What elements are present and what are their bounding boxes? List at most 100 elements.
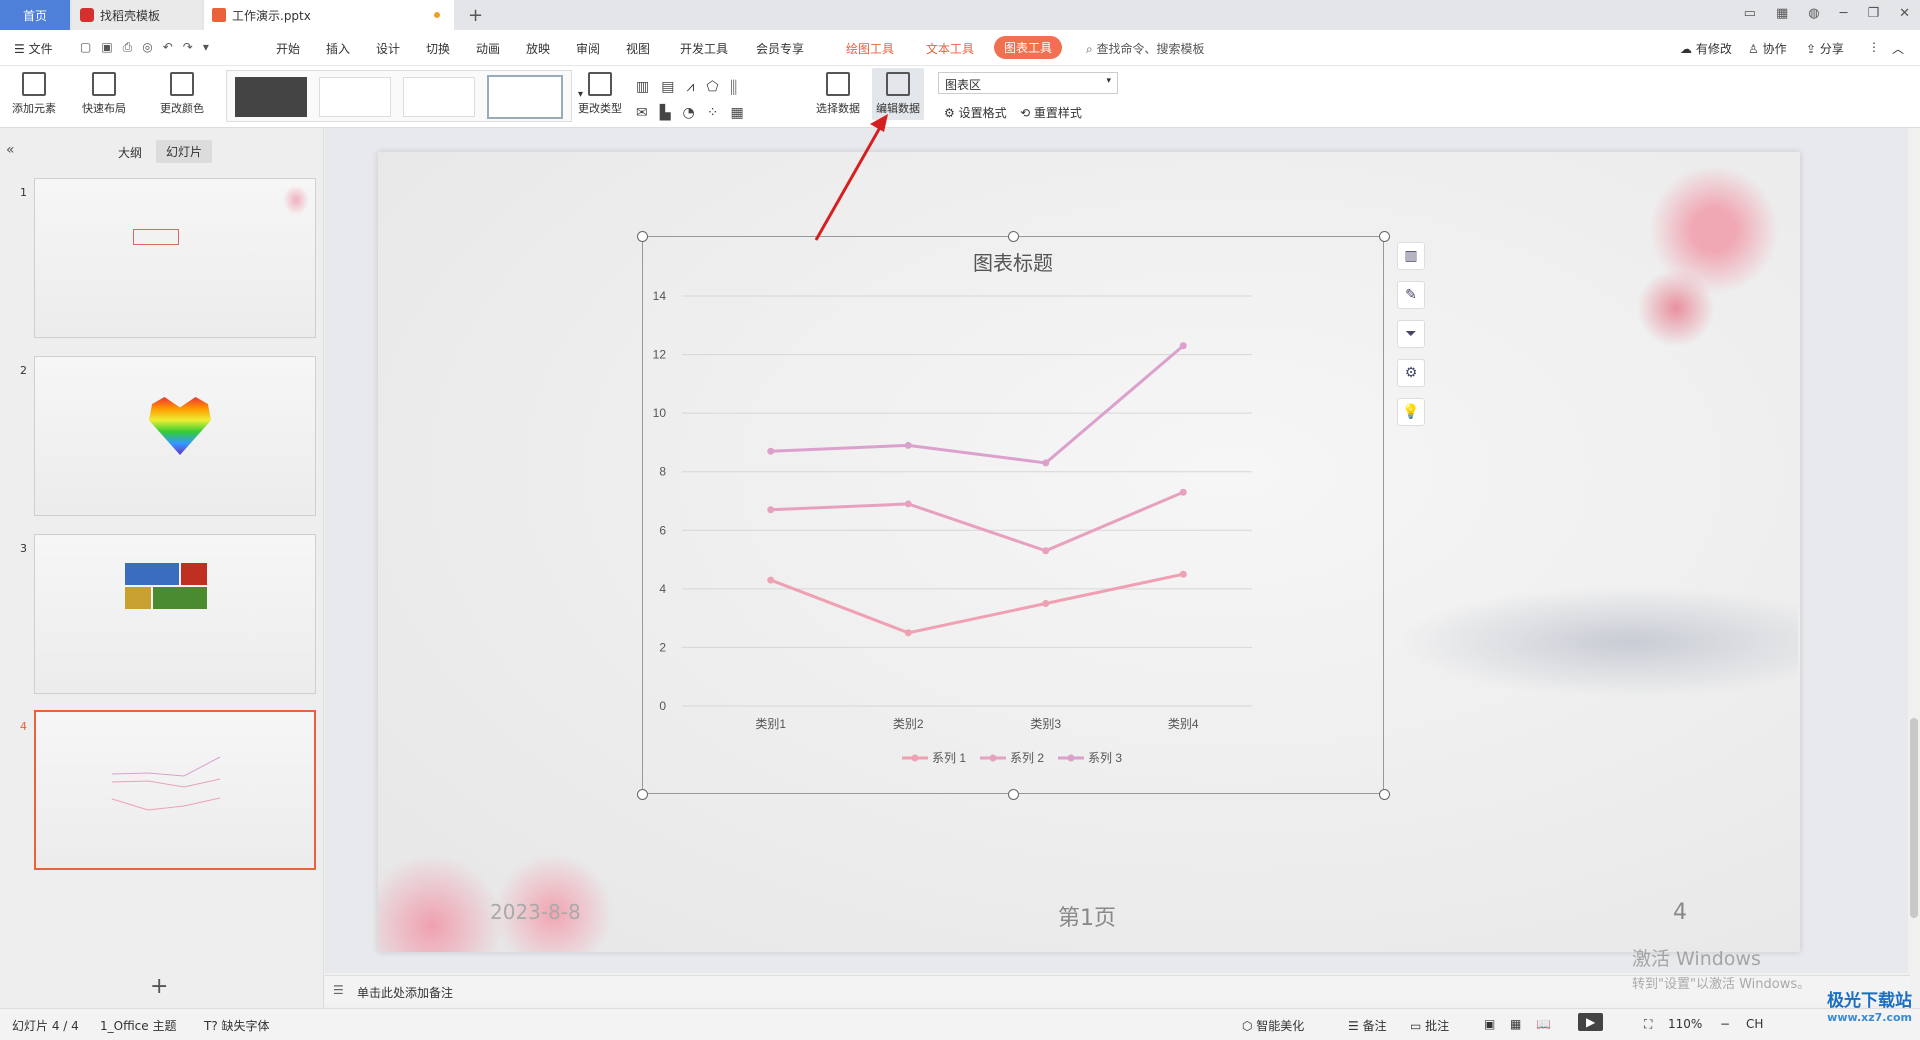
play-button[interactable]: ▶ bbox=[1578, 1013, 1604, 1031]
thumb-series-1 bbox=[111, 797, 221, 811]
collab-button[interactable]: ♙ 协作 bbox=[1748, 40, 1787, 57]
ctx-tab-chart[interactable]: 图表工具 bbox=[994, 36, 1063, 59]
chart-element-select[interactable]: 图表区 ▾ bbox=[938, 72, 1118, 94]
menu-1[interactable]: 插入 bbox=[326, 40, 350, 57]
collapse-ribbon-icon[interactable]: ︿ bbox=[1892, 40, 1904, 57]
menu-5[interactable]: 放映 bbox=[526, 40, 550, 57]
add-slide-button[interactable]: + bbox=[150, 974, 168, 999]
view-reading-icon[interactable]: 📖 bbox=[1536, 1017, 1551, 1031]
reset-style-button[interactable]: ⟲ 重置样式 bbox=[1020, 104, 1082, 121]
tab-document[interactable]: 工作演示.pptx bbox=[204, 0, 454, 30]
menu-0[interactable]: 开始 bbox=[276, 40, 300, 57]
minimize-icon[interactable]: ─ bbox=[1840, 6, 1848, 21]
beautify-button[interactable]: ⬡ 智能美化 bbox=[1242, 1017, 1304, 1034]
menu-9[interactable]: 会员专享 bbox=[756, 40, 804, 57]
slide-thumb-1[interactable] bbox=[34, 178, 316, 338]
docer-logo-icon bbox=[80, 8, 94, 22]
chart-style-gallery: ▾ bbox=[226, 70, 583, 122]
chart-style-2[interactable] bbox=[319, 77, 391, 117]
command-search[interactable]: ⌕ 查找命令、搜索模板 bbox=[1086, 40, 1205, 57]
file-menu[interactable]: ☰ 文件 bbox=[14, 40, 53, 57]
view-normal-icon[interactable]: ▣ bbox=[1484, 1017, 1495, 1031]
slide-number-1: 1 bbox=[20, 186, 27, 199]
new-tab-button[interactable]: + bbox=[460, 0, 491, 30]
slide-number-4: 4 bbox=[20, 720, 27, 733]
tab-outline[interactable]: 大纲 bbox=[118, 144, 142, 161]
notes-placeholder[interactable]: 单击此处添加备注 bbox=[357, 984, 453, 1001]
chart-style-3[interactable] bbox=[403, 77, 475, 117]
notes-toggle[interactable]: ☰ 备注 bbox=[1348, 1017, 1387, 1034]
set-format-button[interactable]: ⚙ 设置格式 bbox=[944, 104, 1007, 121]
chart-style-1[interactable] bbox=[235, 77, 307, 117]
unsaved-dot-icon bbox=[434, 12, 440, 18]
tab-home[interactable]: 首页 bbox=[0, 0, 70, 30]
change-type-button[interactable]: 更改类型 bbox=[578, 72, 622, 116]
data-point bbox=[1042, 600, 1050, 607]
chart-filter-icon[interactable]: ⏷ bbox=[1397, 320, 1425, 348]
chart-style-4[interactable] bbox=[487, 75, 563, 119]
grid-icon[interactable]: ▦ bbox=[1776, 6, 1788, 21]
missing-font-button[interactable]: T? 缺失字体 bbox=[204, 1017, 270, 1034]
chart-style-brush-icon[interactable]: ✎ bbox=[1397, 281, 1425, 309]
slide-thumb-4[interactable] bbox=[34, 710, 316, 870]
line-chart[interactable]: 图表标题 02468101214 类别1 类别2 类别3 类别4 系列 1 系列 2 系列… bbox=[642, 236, 1384, 794]
data-point bbox=[1042, 547, 1050, 555]
x-tick-label: 类别2 bbox=[893, 717, 924, 731]
slide-thumb-2[interactable] bbox=[34, 356, 316, 516]
chart-title[interactable]: 图表标题 bbox=[973, 252, 1053, 275]
close-icon[interactable]: ✕ bbox=[1899, 6, 1910, 21]
change-color-button[interactable]: 更改颜色 bbox=[160, 72, 204, 116]
slide-page-number: 4 bbox=[1673, 900, 1687, 925]
edit-data-button[interactable]: 编辑数据 bbox=[872, 68, 924, 120]
input-language[interactable]: CH bbox=[1746, 1017, 1763, 1031]
x-tick-label: 类别3 bbox=[1030, 717, 1061, 731]
comments-toggle[interactable]: ▭ 批注 bbox=[1410, 1017, 1449, 1034]
quick-layout-button[interactable]: 快速布局 bbox=[82, 72, 126, 116]
thumb-chart bbox=[111, 756, 221, 811]
view-grid-icon[interactable]: ▦ bbox=[1510, 1017, 1521, 1031]
scroll-thumb[interactable] bbox=[1910, 718, 1918, 918]
ctx-tab-drawing[interactable]: 绘图工具 bbox=[846, 40, 894, 57]
theme-name[interactable]: 1_Office 主题 bbox=[100, 1017, 176, 1034]
legend-label: 系列 3 bbox=[1088, 751, 1122, 765]
avatar[interactable]: ◍ bbox=[1808, 6, 1819, 21]
status-bar: 幻灯片 4 / 4 1_Office 主题 T? 缺失字体 ⬡ 智能美化 ☰ 备… bbox=[0, 1008, 1920, 1040]
mist-decor bbox=[1378, 582, 1798, 702]
ctx-tab-text[interactable]: 文本工具 bbox=[926, 40, 974, 57]
layout-icon[interactable]: ▭ bbox=[1744, 6, 1756, 21]
add-element-button[interactable]: 添加元素 bbox=[12, 72, 56, 116]
chart-elements-icon[interactable]: ▥ bbox=[1397, 242, 1425, 270]
share-button[interactable]: ⇪ 分享 bbox=[1806, 40, 1844, 57]
x-tick-label: 类别4 bbox=[1168, 717, 1199, 731]
tab-slides[interactable]: 幻灯片 bbox=[156, 140, 213, 163]
tab-document-label: 工作演示.pptx bbox=[232, 8, 311, 23]
menu-4[interactable]: 动画 bbox=[476, 40, 500, 57]
chart-settings-icon[interactable]: ⚙ bbox=[1397, 359, 1425, 387]
menu-3[interactable]: 切换 bbox=[426, 40, 450, 57]
chart-grid bbox=[682, 295, 1252, 707]
slide-thumb-3[interactable] bbox=[34, 534, 316, 694]
zoom-level[interactable]: 110% bbox=[1668, 1017, 1702, 1031]
tab-template[interactable]: 找稻壳模板 bbox=[72, 0, 202, 30]
menu-6[interactable]: 审阅 bbox=[576, 40, 600, 57]
tab-bar: 首页 找稻壳模板 工作演示.pptx + ▭ ▦ ◍ ─ ❐ ✕ bbox=[0, 0, 1920, 30]
notes-icon: ☰ bbox=[333, 983, 344, 997]
rainbow-heart-icon bbox=[149, 397, 211, 455]
windows-activation-watermark: 激活 Windows 转到"设置"以激活 Windows。 bbox=[1632, 944, 1810, 992]
more-icon[interactable]: ⋮ bbox=[1868, 40, 1880, 54]
restore-icon[interactable]: ❐ bbox=[1867, 6, 1879, 21]
zoom-out-button[interactable]: − bbox=[1720, 1017, 1730, 1031]
menu-8[interactable]: 开发工具 bbox=[680, 40, 728, 57]
changes-button[interactable]: ☁ 有修改 bbox=[1680, 40, 1732, 57]
chart-tips-icon[interactable]: 💡 bbox=[1397, 398, 1425, 426]
menu-7[interactable]: 视图 bbox=[626, 40, 650, 57]
select-data-button[interactable]: 选择数据 bbox=[816, 72, 860, 116]
photo-3 bbox=[125, 587, 151, 609]
missing-font-label: 缺失字体 bbox=[221, 1019, 270, 1033]
comment-icon: ▭ bbox=[1410, 1019, 1426, 1033]
fit-icon[interactable]: ⛶ bbox=[1644, 1017, 1652, 1032]
collapse-panel-icon[interactable]: « bbox=[6, 142, 15, 158]
y-tick-label: 2 bbox=[659, 640, 666, 654]
menu-2[interactable]: 设计 bbox=[376, 40, 400, 57]
vertical-scrollbar[interactable] bbox=[1908, 128, 1920, 973]
